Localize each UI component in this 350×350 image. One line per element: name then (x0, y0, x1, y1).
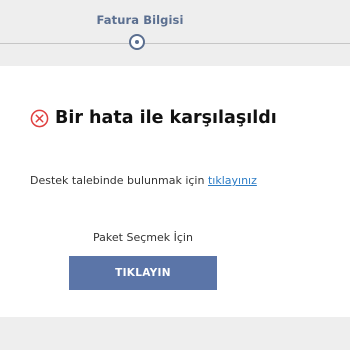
error-heading: Bir hata ile karşılaşıldı (30, 106, 277, 130)
error-title: Bir hata ile karşılaşıldı (55, 108, 277, 128)
page: Fatura Bilgisi Bir hata ile karşılaşıldı… (0, 0, 350, 350)
select-package-button[interactable]: TIKLAYIN (69, 256, 217, 290)
circle-x-icon (30, 109, 49, 127)
support-message: Destek talebinde bulunmak için tıklayını… (30, 174, 257, 187)
active-step-indicator-icon (129, 34, 145, 50)
stepper-line (0, 43, 350, 44)
step-label-billing: Fatura Bilgisi (96, 13, 184, 27)
support-link[interactable]: tıklayınız (208, 174, 257, 187)
support-text: Destek talebinde bulunmak için (30, 174, 208, 187)
checkout-stepper: Fatura Bilgisi (0, 0, 350, 66)
package-label: Paket Seçmek İçin (93, 231, 193, 244)
